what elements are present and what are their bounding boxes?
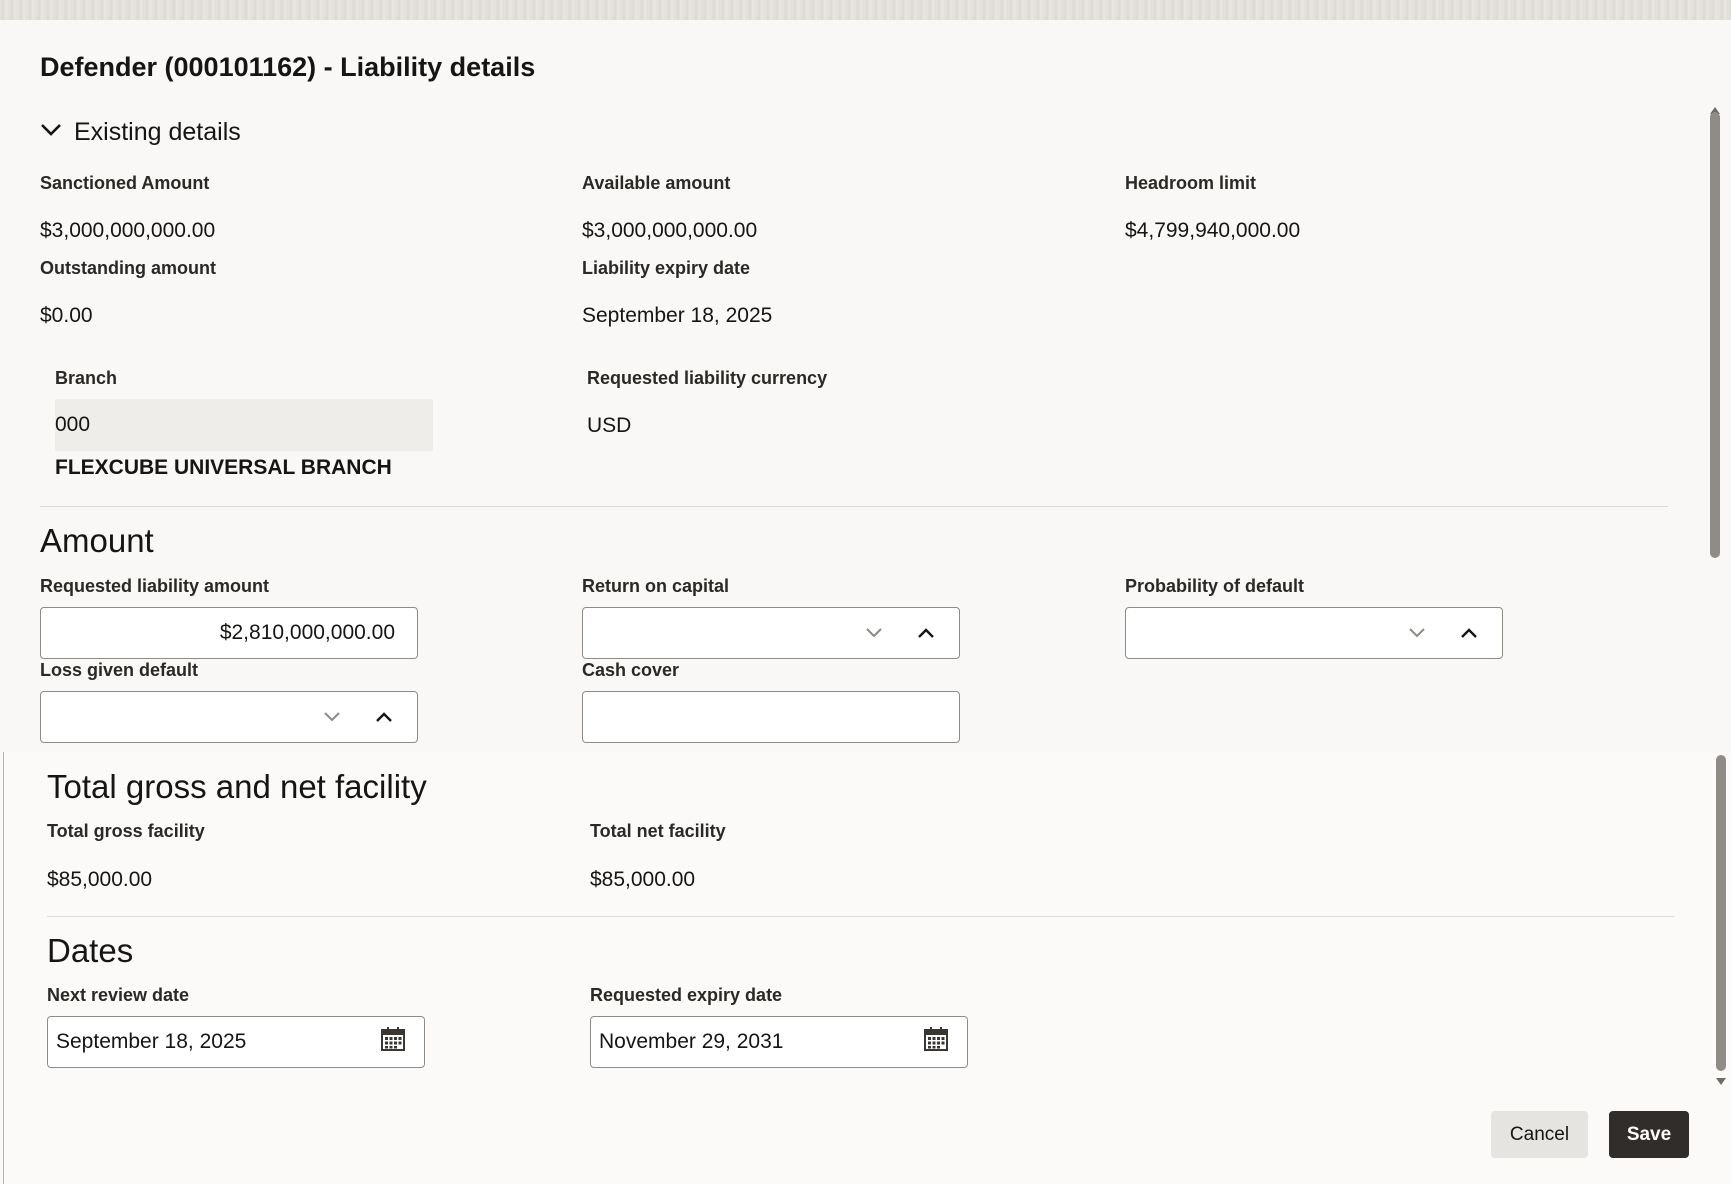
sanctioned-amount-value: $3,000,000,000.00 — [40, 219, 216, 242]
existing-details-toggle[interactable]: Existing details — [40, 118, 241, 147]
chevron-up-icon[interactable] — [1452, 616, 1486, 650]
requested-liability-amount-input[interactable]: $2,810,000,000.00 — [40, 607, 418, 659]
chevron-down-icon[interactable] — [315, 700, 349, 734]
loss-given-default-label: Loss given default — [40, 660, 199, 680]
branch-code-field: 000 — [55, 399, 433, 451]
cash-cover-label: Cash cover — [582, 660, 680, 680]
chevron-down-icon[interactable] — [1400, 616, 1434, 650]
total-net-facility-value: $85,000.00 — [590, 868, 696, 891]
total-net-facility-label: Total net facility — [590, 821, 726, 841]
page-title: Defender (000101162) - Liability details — [40, 52, 536, 82]
cancel-button[interactable]: Cancel — [1491, 1111, 1588, 1158]
requested-expiry-date-label: Requested expiry date — [590, 985, 783, 1005]
requested-expiry-date-input[interactable]: November 29, 2031 — [590, 1016, 968, 1068]
scroll-down-arrow[interactable] — [1716, 1078, 1726, 1085]
return-on-capital-select[interactable] — [582, 607, 960, 659]
loss-given-default-select[interactable] — [40, 691, 418, 743]
sanctioned-amount-label: Sanctioned Amount — [40, 173, 210, 193]
chevron-down-icon[interactable] — [857, 616, 891, 650]
scrollbar-thumb[interactable] — [1710, 112, 1720, 558]
existing-details-label: Existing details — [74, 118, 241, 146]
next-review-date-input[interactable]: September 18, 2025 — [47, 1016, 425, 1068]
outstanding-amount-value: $0.00 — [40, 304, 93, 327]
save-button[interactable]: Save — [1609, 1111, 1689, 1158]
branch-code-value: 000 — [55, 413, 91, 436]
total-gross-facility-value: $85,000.00 — [47, 868, 153, 891]
calendar-icon[interactable] — [923, 1026, 949, 1058]
dates-heading: Dates — [47, 932, 134, 969]
scrollbar-thumb[interactable] — [1716, 755, 1726, 1071]
next-review-date-label: Next review date — [47, 985, 190, 1005]
total-gross-facility-label: Total gross facility — [47, 821, 205, 841]
next-review-date-value: September 18, 2025 — [56, 1030, 247, 1053]
requested-currency-value: USD — [587, 414, 632, 437]
lower-panel — [3, 752, 1731, 1184]
requested-liability-amount-value: $2,810,000,000.00 — [219, 621, 395, 644]
headroom-limit-label: Headroom limit — [1125, 173, 1257, 193]
chevron-down-icon — [40, 123, 62, 142]
section-divider — [47, 916, 1674, 917]
branch-label: Branch — [55, 368, 118, 388]
section-divider — [40, 506, 1668, 507]
branch-name: FLEXCUBE UNIVERSAL BRANCH — [55, 456, 392, 479]
requested-currency-label: Requested liability currency — [587, 368, 828, 388]
liability-expiry-label: Liability expiry date — [582, 258, 751, 278]
probability-of-default-select[interactable] — [1125, 607, 1503, 659]
return-on-capital-label: Return on capital — [582, 576, 730, 596]
probability-of-default-label: Probability of default — [1125, 576, 1305, 596]
cash-cover-input[interactable] — [582, 691, 960, 743]
available-amount-value: $3,000,000,000.00 — [582, 219, 758, 242]
headroom-limit-value: $4,799,940,000.00 — [1125, 219, 1301, 242]
facility-heading: Total gross and net facility — [47, 768, 427, 805]
header-strip — [0, 0, 1731, 20]
chevron-up-icon[interactable] — [909, 616, 943, 650]
requested-liability-amount-label: Requested liability amount — [40, 576, 270, 596]
liability-expiry-value: September 18, 2025 — [582, 304, 773, 327]
requested-expiry-date-value: November 29, 2031 — [599, 1030, 784, 1053]
available-amount-label: Available amount — [582, 173, 731, 193]
amount-heading: Amount — [40, 522, 154, 559]
calendar-icon[interactable] — [380, 1026, 406, 1058]
chevron-up-icon[interactable] — [367, 700, 401, 734]
outstanding-amount-label: Outstanding amount — [40, 258, 216, 278]
